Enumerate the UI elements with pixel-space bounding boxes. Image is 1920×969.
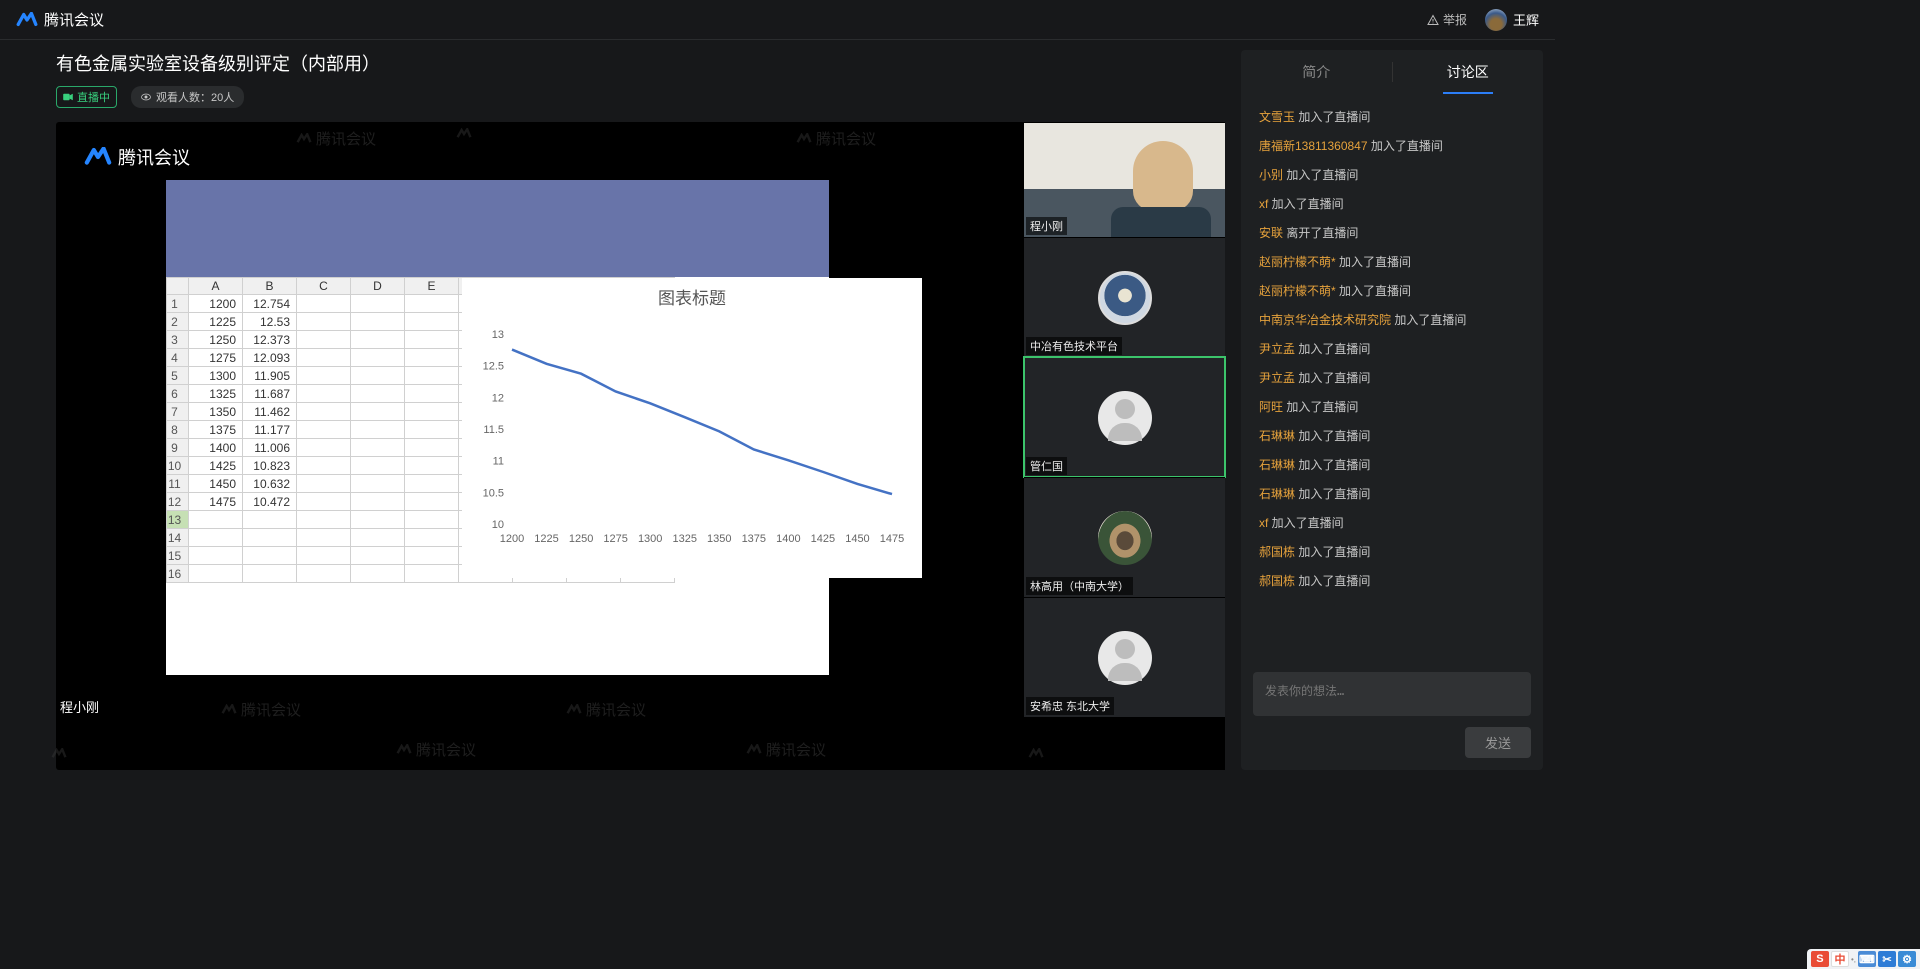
- avatar: [1098, 631, 1152, 685]
- watermark: 腾讯会议: [566, 699, 646, 720]
- watermark: 腾讯会议: [796, 128, 876, 149]
- chat-line: 石琳琳 加入了直播间: [1259, 450, 1525, 479]
- chat-line: 赵丽柠檬不萌* 加入了直播间: [1259, 247, 1525, 276]
- svg-text:1300: 1300: [638, 533, 662, 545]
- chat-line: 唐福新13811360847 加入了直播间: [1259, 131, 1525, 160]
- avatar: [1098, 391, 1152, 445]
- report-button[interactable]: 举报: [1427, 11, 1467, 28]
- os-taskbar-ime[interactable]: S 中 •, ⌨ ✂ ⚙: [1807, 949, 1920, 969]
- svg-text:13: 13: [492, 329, 504, 341]
- user-avatar: [1485, 9, 1507, 31]
- send-button[interactable]: 发送: [1465, 727, 1531, 758]
- user-menu[interactable]: 王辉: [1485, 9, 1539, 31]
- participants-panel: 程小刚 中冶有色技术平台 管仁国 林高用（中南大学） 安希忠 东北大学: [1024, 122, 1225, 770]
- participant-tile[interactable]: 安希忠 东北大学: [1024, 597, 1225, 717]
- viewer-count: 观看人数：20人: [131, 86, 244, 108]
- brand-name: 腾讯会议: [44, 9, 104, 30]
- participant-name: 安希忠 东北大学: [1026, 697, 1114, 715]
- participant-name: 林高用（中南大学）: [1026, 577, 1133, 595]
- svg-text:1225: 1225: [534, 533, 558, 545]
- tab-intro[interactable]: 简介: [1241, 50, 1392, 94]
- participant-name: 管仁国: [1026, 457, 1067, 475]
- svg-text:1350: 1350: [707, 533, 731, 545]
- svg-text:1400: 1400: [776, 533, 800, 545]
- participant-name: 程小刚: [1026, 217, 1067, 235]
- topbar: 腾讯会议 举报 王辉: [0, 0, 1555, 40]
- watermark: 腾讯会议: [296, 128, 376, 149]
- chat-line: 尹立孟 加入了直播间: [1259, 334, 1525, 363]
- avatar: [1098, 271, 1152, 325]
- watermark: 腾讯会议: [396, 739, 476, 760]
- participant-tile[interactable]: 中冶有色技术平台: [1024, 237, 1225, 357]
- svg-text:10.5: 10.5: [483, 487, 504, 499]
- shared-slide: ABCDEFGHI1120012.7542122512.533125012.37…: [166, 180, 829, 675]
- chat-line: 郝国栋 加入了直播间: [1259, 566, 1525, 595]
- svg-text:1375: 1375: [742, 533, 766, 545]
- chat-line: 安联 离开了直播间: [1259, 218, 1525, 247]
- eye-icon: [141, 92, 151, 102]
- chat-line: xf 加入了直播间: [1259, 189, 1525, 218]
- participant-tile[interactable]: 程小刚: [1024, 122, 1225, 237]
- participant-tile[interactable]: 管仁国: [1024, 357, 1225, 477]
- svg-text:12: 12: [492, 392, 504, 404]
- svg-text:12.5: 12.5: [483, 361, 504, 373]
- brand: 腾讯会议: [16, 9, 104, 30]
- chat-line: 赵丽柠檬不萌* 加入了直播间: [1259, 276, 1525, 305]
- watermark: [456, 128, 472, 140]
- chart: 图表标题 10 10.5 11 11.5 12 12.5 13 1200 1225 1250 127…: [462, 278, 922, 578]
- share-brand: 腾讯会议: [84, 144, 190, 170]
- svg-text:1325: 1325: [672, 533, 696, 545]
- watermark: 腾讯会议: [221, 699, 301, 720]
- camera-icon: [63, 93, 73, 101]
- chat-input[interactable]: [1253, 672, 1531, 716]
- warning-icon: [1427, 14, 1439, 26]
- tencent-meeting-logo-icon: [16, 12, 38, 28]
- chat-line: 石琳琳 加入了直播间: [1259, 479, 1525, 508]
- line-chart: 10 10.5 11 11.5 12 12.5 13 1200 1225 1250 1275 1300…: [462, 309, 922, 569]
- chat-line: 尹立孟 加入了直播间: [1259, 363, 1525, 392]
- chat-line: 小别 加入了直播间: [1259, 160, 1525, 189]
- tab-chat[interactable]: 讨论区: [1393, 50, 1544, 94]
- chat-line: 阿旺 加入了直播间: [1259, 392, 1525, 421]
- svg-text:1450: 1450: [845, 533, 869, 545]
- svg-text:11.5: 11.5: [483, 424, 504, 436]
- presenter-label: 程小刚: [60, 697, 99, 716]
- chat-line: 文雪玉 加入了直播间: [1259, 102, 1525, 131]
- chat-list: 文雪玉 加入了直播间唐福新13811360847 加入了直播间小别 加入了直播间…: [1241, 94, 1543, 672]
- live-badge: 直播中: [56, 86, 117, 108]
- svg-text:1275: 1275: [603, 533, 627, 545]
- user-name: 王辉: [1513, 10, 1539, 29]
- report-label: 举报: [1443, 11, 1467, 28]
- watermark: 腾讯会议: [746, 739, 826, 760]
- chat-line: 郝国栋 加入了直播间: [1259, 537, 1525, 566]
- svg-text:1250: 1250: [569, 533, 593, 545]
- svg-text:1200: 1200: [500, 533, 524, 545]
- watermark: [51, 748, 67, 760]
- chat-line: 中南京华冶金技术研究院 加入了直播间: [1259, 305, 1525, 334]
- svg-text:1475: 1475: [880, 533, 904, 545]
- chat-line: xf 加入了直播间: [1259, 508, 1525, 537]
- svg-text:11: 11: [493, 456, 504, 468]
- meeting-title: 有色金属实验室设备级别评定（内部用）: [56, 50, 380, 76]
- chat-line: 石琳琳 加入了直播间: [1259, 421, 1525, 450]
- svg-text:10: 10: [492, 519, 504, 531]
- participant-name: 中冶有色技术平台: [1026, 337, 1122, 355]
- chart-title: 图表标题: [462, 284, 922, 309]
- chat-panel: 简介 讨论区 文雪玉 加入了直播间唐福新13811360847 加入了直播间小别…: [1241, 50, 1543, 770]
- svg-text:1425: 1425: [811, 533, 835, 545]
- participant-tile[interactable]: 林高用（中南大学）: [1024, 477, 1225, 597]
- shared-screen: 腾讯会议 腾讯会议 腾讯会议 腾讯会议 腾讯会议 腾讯会议 腾讯会议 程小刚: [56, 122, 1024, 770]
- avatar: [1098, 511, 1152, 565]
